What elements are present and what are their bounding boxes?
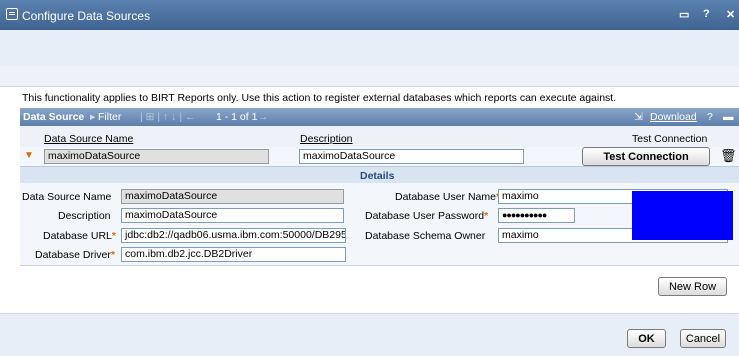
toolbar-band-lower bbox=[0, 66, 739, 87]
download-icon[interactable]: ⇲ bbox=[634, 111, 643, 123]
window-title: Configure Data Sources bbox=[22, 9, 151, 23]
password-field[interactable]: ●●●●●●●●●● bbox=[498, 208, 575, 223]
close-icon[interactable]: ✕ bbox=[726, 8, 735, 21]
toolbar-band bbox=[0, 30, 739, 67]
table-row[interactable]: ▼ maximoDataSource maximoDataSource Test… bbox=[20, 147, 739, 166]
window-icon bbox=[6, 8, 18, 20]
filter-link[interactable]: Filter bbox=[98, 111, 121, 123]
row-expand-icon[interactable]: ▼ bbox=[24, 150, 34, 161]
url-field[interactable]: jdbc:db2://qadb06.usma.ibm.com:50000/DB2… bbox=[121, 228, 346, 243]
schema-label: Database Schema Owner bbox=[365, 230, 486, 242]
ds-name-field[interactable]: maximoDataSource bbox=[121, 189, 344, 204]
title-bar: Configure Data Sources ▭ ? ✕ bbox=[0, 0, 739, 30]
user-label: Database User Name* bbox=[395, 191, 500, 203]
row-description-field[interactable]: maximoDataSource bbox=[299, 149, 524, 164]
details-title: Details bbox=[360, 170, 395, 182]
download-link[interactable]: Download bbox=[650, 111, 697, 123]
ds-name-label: Data Source Name bbox=[22, 191, 112, 203]
table-help-icon[interactable]: ? bbox=[707, 111, 713, 123]
details-header: Details bbox=[20, 166, 739, 184]
col-header-description[interactable]: Description bbox=[300, 133, 353, 145]
intro-text: This functionality applies to BIRT Repor… bbox=[22, 92, 617, 104]
toolbar-separator: | ⊞ | ↑ ↓ | ← bbox=[140, 111, 196, 123]
paging-text: 1 - 1 of 1 bbox=[216, 111, 258, 123]
new-row-button[interactable]: New Row bbox=[658, 277, 727, 296]
driver-field[interactable]: com.ibm.db2.jcc.DB2Driver bbox=[121, 247, 346, 262]
test-connection-button[interactable]: Test Connection bbox=[582, 147, 710, 166]
redaction-box bbox=[632, 191, 733, 240]
description-field[interactable]: maximoDataSource bbox=[121, 208, 344, 223]
table-title: Data Source bbox=[23, 111, 85, 123]
filter-icon[interactable]: ▸ bbox=[90, 111, 95, 123]
delete-row-icon[interactable]: 🗑 bbox=[720, 148, 737, 164]
table-header: Data Source Name Description Test Connec… bbox=[20, 126, 739, 147]
col-header-test: Test Connection bbox=[632, 133, 708, 145]
description-label: Description bbox=[58, 210, 111, 222]
table-toolbar: Data Source ▸ Filter | ⊞ | ↑ ↓ | ← 1 - 1… bbox=[20, 108, 739, 126]
col-header-name[interactable]: Data Source Name bbox=[44, 133, 133, 145]
ok-button[interactable]: OK bbox=[627, 329, 666, 348]
next-page-icon[interactable]: → bbox=[258, 111, 269, 123]
url-label: Database URL* bbox=[43, 230, 116, 242]
help-icon[interactable]: ? bbox=[703, 8, 710, 20]
driver-label: Database Driver* bbox=[35, 249, 115, 261]
password-label: Database User Password* bbox=[365, 210, 489, 222]
row-name-field[interactable]: maximoDataSource bbox=[44, 149, 269, 164]
maximize-icon[interactable]: ▭ bbox=[679, 8, 689, 21]
collapse-icon[interactable]: ▬ bbox=[723, 111, 734, 123]
cancel-button[interactable]: Cancel bbox=[680, 329, 726, 348]
